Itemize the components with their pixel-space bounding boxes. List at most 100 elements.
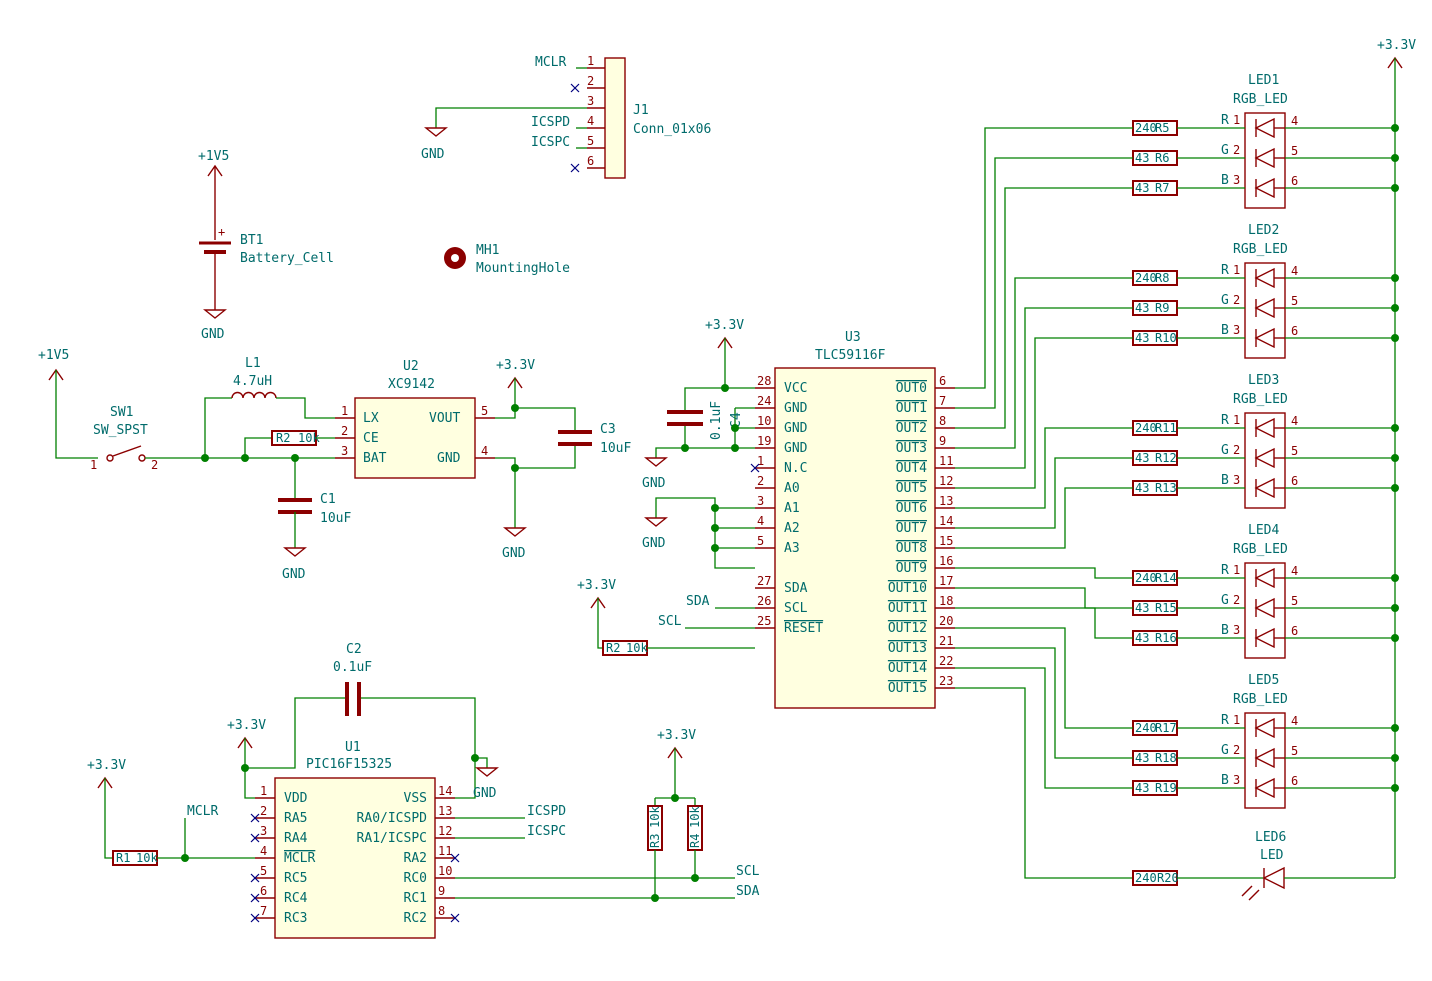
led-value: RGB_LED bbox=[1233, 542, 1288, 557]
led-ref: LED1 bbox=[1248, 73, 1279, 88]
led-resistor-ref: R5 bbox=[1155, 121, 1169, 135]
u3-pin-num: 16 bbox=[939, 554, 953, 568]
u3-pin-name: OUT0 bbox=[896, 381, 927, 396]
p33-label: +3.3V bbox=[227, 718, 266, 733]
j1-value: Conn_01x06 bbox=[633, 122, 711, 137]
u1-pin-num: 2 bbox=[260, 804, 267, 818]
led-resistor-ref: R17 bbox=[1155, 721, 1177, 735]
u3-pin-num: 8 bbox=[939, 414, 946, 428]
c4-value: 0.1uF bbox=[709, 401, 724, 440]
u3-pin-num: 26 bbox=[757, 594, 771, 608]
u1-pin-name: MCLR bbox=[284, 851, 315, 866]
u3-pin-name: A2 bbox=[784, 521, 800, 536]
led-anode-pin: 5 bbox=[1291, 144, 1298, 158]
u1-pin-name: RC4 bbox=[284, 891, 308, 906]
mcu-u1: U1 PIC16F15325 1 VDD 2 RA5 3 RA4 4 MCLR 5 RC5 6 RC4… bbox=[87, 642, 760, 939]
led-channel-num: 3 bbox=[1233, 773, 1240, 787]
u3-pin-num: 23 bbox=[939, 674, 953, 688]
u1-pin-name: RA5 bbox=[284, 811, 307, 826]
led-ref: LED3 bbox=[1248, 373, 1279, 388]
u3-pin-name: N.C bbox=[784, 461, 807, 476]
led-channel: B bbox=[1221, 623, 1229, 638]
led-channel-num: 1 bbox=[1233, 413, 1240, 427]
led-channel-num: 1 bbox=[1233, 263, 1240, 277]
led-anode-pin: 6 bbox=[1291, 474, 1298, 488]
u3-pin-num: 28 bbox=[757, 374, 771, 388]
led-channel: G bbox=[1221, 143, 1229, 158]
bt1-ref: BT1 bbox=[240, 233, 263, 248]
u2-pin-num: 3 bbox=[341, 444, 348, 458]
j1-net-mclr: MCLR bbox=[535, 55, 566, 70]
led-anode-pin: 5 bbox=[1291, 744, 1298, 758]
u3-pin-num: 17 bbox=[939, 574, 953, 588]
u1-value: PIC16F15325 bbox=[306, 757, 392, 772]
led-resistor-value: 43 bbox=[1135, 331, 1149, 345]
led-resistor-value: 240 bbox=[1135, 721, 1157, 735]
led-channel-num: 3 bbox=[1233, 323, 1240, 337]
led-resistor-value: 43 bbox=[1135, 451, 1149, 465]
u3-pin-num: 9 bbox=[939, 434, 946, 448]
u2-pin-name: BAT bbox=[363, 451, 387, 466]
u3-pin-name: OUT2 bbox=[896, 421, 927, 436]
led-value: RGB_LED bbox=[1233, 92, 1288, 107]
u1-ref: U1 bbox=[345, 740, 361, 755]
u1-net-icspc: ICSPC bbox=[527, 824, 566, 839]
u3-pin-num: 18 bbox=[939, 594, 953, 608]
u1-pin-name: RA2 bbox=[404, 851, 427, 866]
led-channel: R bbox=[1221, 563, 1229, 578]
u3-pin-num: 3 bbox=[757, 494, 764, 508]
led-resistor-ref: R18 bbox=[1155, 751, 1177, 765]
u1-pin-name: VDD bbox=[284, 791, 308, 806]
led-anode-pin: 6 bbox=[1291, 324, 1298, 338]
u1-pin-name: RC1 bbox=[404, 891, 427, 906]
led-resistor-ref: R19 bbox=[1155, 781, 1177, 795]
led-anode-pin: 5 bbox=[1291, 444, 1298, 458]
sw1-pin-2: 2 bbox=[151, 458, 158, 472]
u3-pin-name: OUT13 bbox=[888, 641, 927, 656]
u2-pin-name: LX bbox=[363, 411, 379, 426]
p33-label: +3.3V bbox=[1377, 38, 1416, 53]
u3-pin-name: OUT10 bbox=[888, 581, 927, 596]
led-resistor-value: 43 bbox=[1135, 781, 1149, 795]
led-channel-num: 3 bbox=[1233, 623, 1240, 637]
led-resistor-value: 43 bbox=[1135, 181, 1149, 195]
u3-pin-num: 6 bbox=[939, 374, 946, 388]
led-resistor-ref: R15 bbox=[1155, 601, 1177, 615]
led-channel: B bbox=[1221, 773, 1229, 788]
c3-value: 10uF bbox=[600, 441, 631, 456]
schematic: 1 2 3 4 5 6 J1 Conn_01x06 MCLR ICSPD ICS… bbox=[38, 38, 1416, 939]
u2-value: XC9142 bbox=[388, 377, 435, 392]
led-resistor-value: 43 bbox=[1135, 481, 1149, 495]
led-channel-num: 2 bbox=[1233, 143, 1240, 157]
led-anode-pin: 6 bbox=[1291, 174, 1298, 188]
u3-pin-num: 20 bbox=[939, 614, 953, 628]
u1-pin-num: 14 bbox=[438, 784, 452, 798]
gnd-label: GND bbox=[473, 786, 497, 801]
u3-pin-name: OUT5 bbox=[896, 481, 927, 496]
led-channel-num: 1 bbox=[1233, 563, 1240, 577]
u3-pin-name: GND bbox=[784, 401, 808, 416]
led6-ref: LED6 bbox=[1255, 830, 1286, 845]
c2-ref: C2 bbox=[346, 642, 362, 657]
led-channel-num: 2 bbox=[1233, 443, 1240, 457]
j1-pin-3: 3 bbox=[587, 94, 594, 108]
u3-ref: U3 bbox=[845, 330, 861, 345]
gnd-label: GND bbox=[421, 147, 445, 162]
led-value: RGB_LED bbox=[1233, 692, 1288, 707]
led6-value: LED bbox=[1260, 848, 1284, 863]
u2-pin-name: CE bbox=[363, 431, 379, 446]
gnd-label: GND bbox=[642, 536, 666, 551]
u2-pin-num: 4 bbox=[481, 444, 488, 458]
p33-label: +3.3V bbox=[577, 578, 616, 593]
gnd-label: GND bbox=[282, 567, 306, 582]
u3-pin-num: 1 bbox=[757, 454, 764, 468]
led-resistor-ref: R13 bbox=[1155, 481, 1177, 495]
u1-pin-name: VSS bbox=[404, 791, 427, 806]
r1-ref: R1 bbox=[116, 851, 130, 865]
u1-pin-name: RC0 bbox=[404, 871, 427, 886]
u1-pin-name: RC5 bbox=[284, 871, 307, 886]
led-resistor-ref: R8 bbox=[1155, 271, 1169, 285]
led-value: RGB_LED bbox=[1233, 242, 1288, 257]
led-channel: G bbox=[1221, 293, 1229, 308]
led-channel: R bbox=[1221, 713, 1229, 728]
